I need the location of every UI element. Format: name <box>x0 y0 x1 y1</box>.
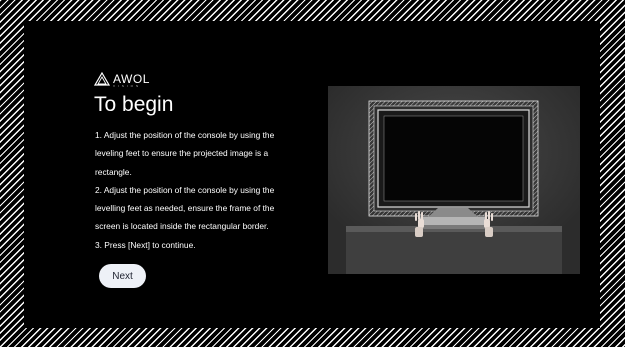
awol-logo-icon <box>94 72 110 86</box>
instruction-line: screen is located inside the rectangular… <box>95 221 269 232</box>
instruction-line: leveling feet to ensure the projected im… <box>95 148 269 159</box>
screen <box>383 115 524 202</box>
page-title: To begin <box>94 93 174 116</box>
instruction-line: 3. Press [Next] to continue. <box>95 239 196 250</box>
instruction-line: 1. Adjust the position of the console by… <box>95 130 275 140</box>
instruction-line: levelling feet as needed, ensure the fra… <box>95 203 275 214</box>
console-setup-illustration <box>328 86 580 274</box>
brand-logo: AWOL VISION <box>94 72 150 88</box>
instruction-list: 1. Adjust the position of the console by… <box>95 126 315 254</box>
instruction-line: rectangle. <box>95 166 132 177</box>
instruction-line: 2. Adjust the position of the console by… <box>95 184 275 195</box>
next-button[interactable]: Next <box>99 264 146 288</box>
table-front <box>346 232 562 274</box>
brand-subtitle: VISION <box>113 84 142 88</box>
